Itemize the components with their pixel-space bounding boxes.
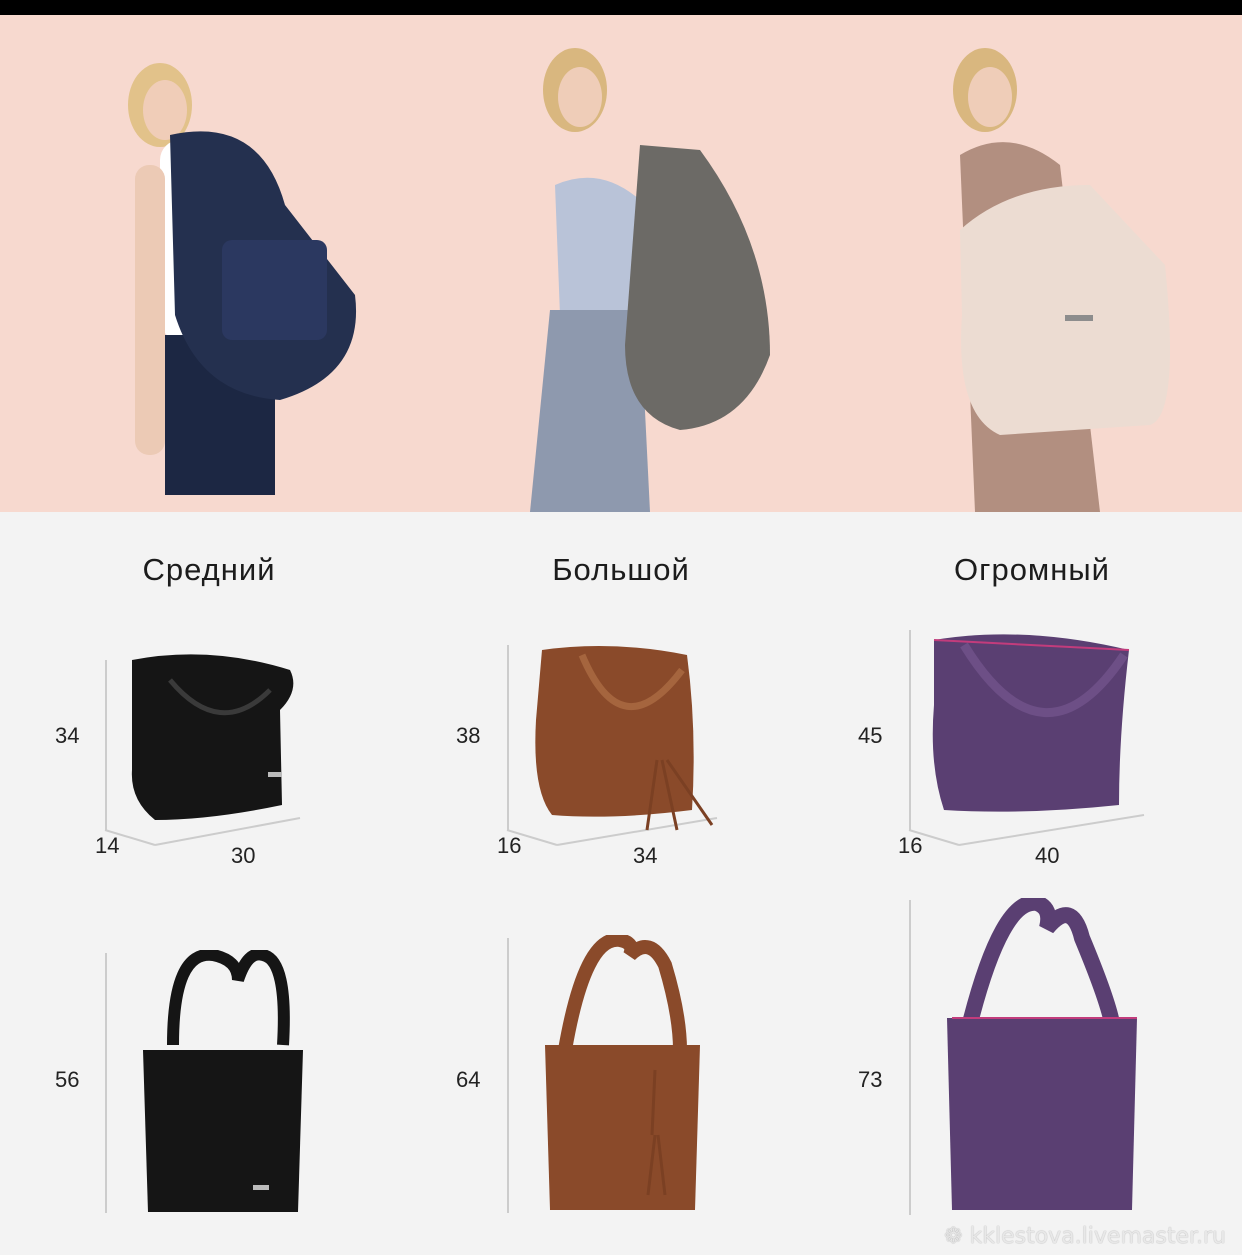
dim-depth-medium: 14 [95, 833, 120, 858]
bag-huge-purple-side [908, 634, 1145, 846]
model-grey-bag [530, 48, 770, 512]
axis-vertical [507, 938, 509, 1213]
model-navy-bag [128, 63, 357, 495]
dim-height-huge: 45 [858, 723, 883, 748]
dim-width-large: 34 [633, 843, 658, 868]
dim-tall-medium: 56 [55, 1067, 80, 1092]
model-cream-bag [953, 48, 1170, 512]
hero-banner [0, 15, 1242, 512]
dim-depth-large: 16 [497, 833, 522, 858]
bag-large-brown-front [545, 935, 700, 1210]
flower-icon: ❁ [944, 1224, 963, 1249]
size-title-huge: Огромный [954, 552, 1110, 587]
bag-medium-black-front [143, 950, 303, 1212]
size-title-medium: Средний [142, 552, 276, 587]
hero-models [128, 48, 1170, 512]
size-title-large: Большой [552, 552, 690, 587]
dim-tall-huge: 73 [858, 1067, 883, 1092]
watermark-text: kklestova.livemaster.ru [969, 1224, 1227, 1249]
dim-depth-huge: 16 [898, 833, 923, 858]
axis-vertical [909, 900, 911, 1215]
axis-vertical [105, 953, 107, 1213]
watermark: ❁ kklestova.livemaster.ru [944, 1224, 1226, 1249]
dim-height-large: 38 [456, 723, 481, 748]
bag-large-brown-side [506, 646, 718, 846]
dim-height-medium: 34 [55, 723, 80, 748]
bag-huge-purple-front [947, 898, 1137, 1210]
bag-medium-black-side [104, 654, 301, 846]
top-black-bar [0, 0, 1242, 15]
dim-tall-large: 64 [456, 1067, 481, 1092]
dim-width-huge: 40 [1035, 843, 1060, 868]
dim-width-medium: 30 [231, 843, 256, 868]
